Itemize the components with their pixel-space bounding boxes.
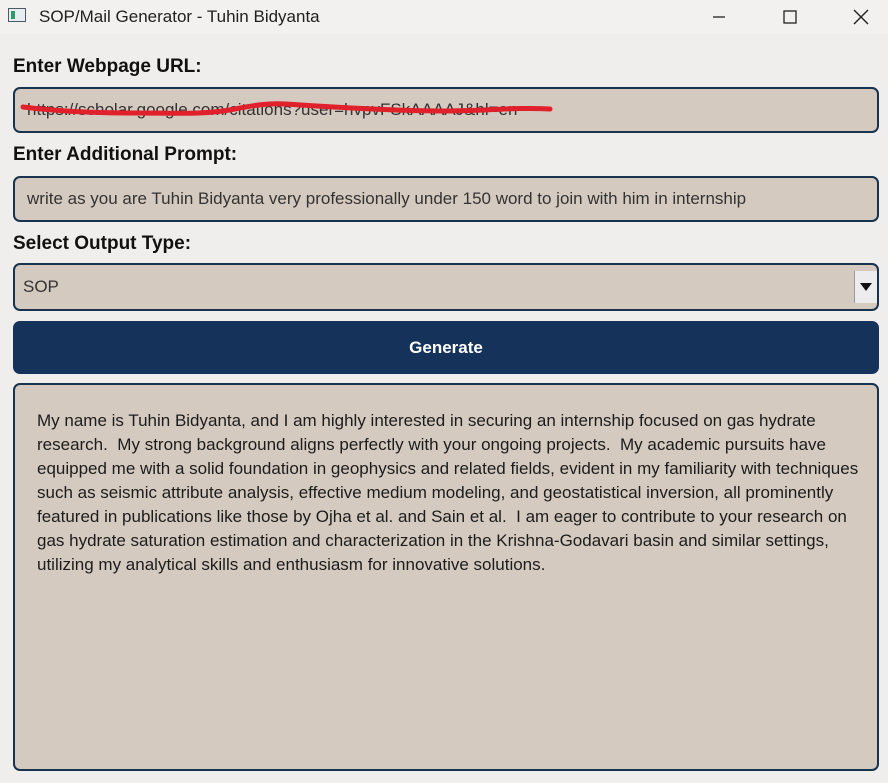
redaction-scribble <box>20 101 553 116</box>
minimize-button[interactable] <box>696 0 742 34</box>
minimize-icon <box>713 16 725 18</box>
url-label: Enter Webpage URL: <box>13 56 202 77</box>
prompt-input-value: write as you are Tuhin Bidyanta very pro… <box>27 189 747 208</box>
generate-button[interactable]: Generate <box>13 321 879 374</box>
window-title: SOP/Mail Generator - Tuhin Bidyanta <box>39 7 320 26</box>
app-window-icon <box>8 8 26 22</box>
close-icon <box>853 9 869 25</box>
title-bar: SOP/Mail Generator - Tuhin Bidyanta <box>0 0 888 34</box>
dropdown-arrow-button[interactable] <box>854 271 877 303</box>
maximize-button[interactable] <box>767 0 813 34</box>
url-input[interactable]: https://scholar.google.com/citations?use… <box>13 87 879 133</box>
output-textbox[interactable]: My name is Tuhin Bidyanta, and I am high… <box>13 383 879 771</box>
output-type-select[interactable]: SOP <box>13 263 879 311</box>
output-text: My name is Tuhin Bidyanta, and I am high… <box>37 411 863 574</box>
prompt-label: Enter Additional Prompt: <box>13 144 238 165</box>
output-type-label: Select Output Type: <box>13 233 192 254</box>
maximize-icon <box>783 10 797 24</box>
output-type-selected: SOP <box>23 277 59 296</box>
close-button[interactable] <box>838 0 884 34</box>
prompt-input[interactable]: write as you are Tuhin Bidyanta very pro… <box>13 176 879 222</box>
dropdown-arrow-icon <box>860 283 872 291</box>
